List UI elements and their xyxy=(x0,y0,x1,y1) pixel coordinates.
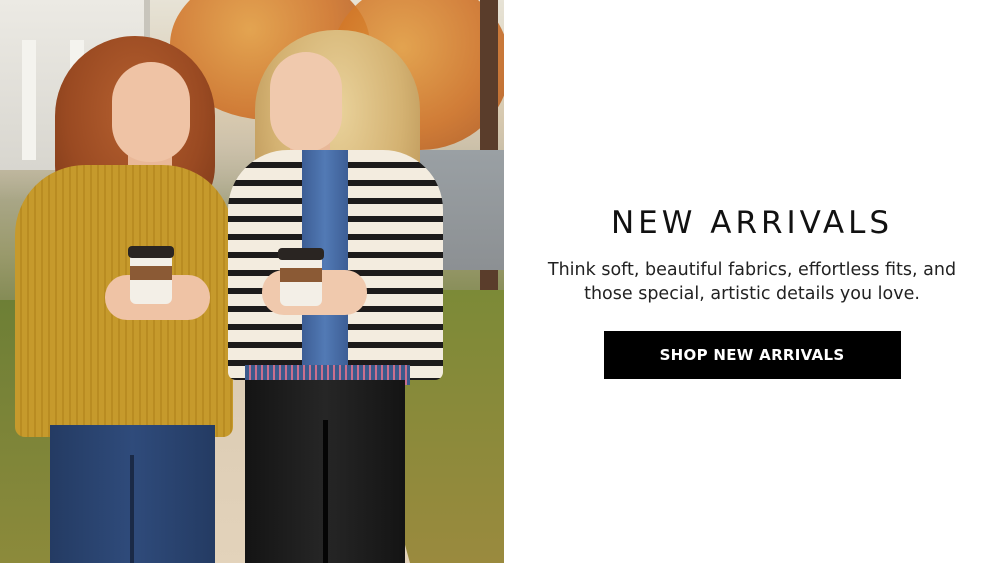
hero-photo[interactable] xyxy=(0,0,504,563)
coffee-cup-icon xyxy=(278,248,324,306)
house-column xyxy=(22,40,36,160)
promo-description: Think soft, beautiful fabrics, effortles… xyxy=(547,260,957,304)
woman-right-face xyxy=(270,52,342,152)
woman-left-jeans xyxy=(50,425,215,563)
coffee-cup-icon xyxy=(128,246,174,304)
shop-new-arrivals-button[interactable]: SHOP NEW ARRIVALS xyxy=(603,331,901,379)
promo-panel: NEW ARRIVALS Think soft, beautiful fabri… xyxy=(504,0,1000,563)
woman-left-face xyxy=(112,62,190,162)
woman-right-black-pants xyxy=(245,380,405,563)
hero-banner: NEW ARRIVALS Think soft, beautiful fabri… xyxy=(0,0,1000,563)
promo-headline: NEW ARRIVALS xyxy=(610,205,894,241)
